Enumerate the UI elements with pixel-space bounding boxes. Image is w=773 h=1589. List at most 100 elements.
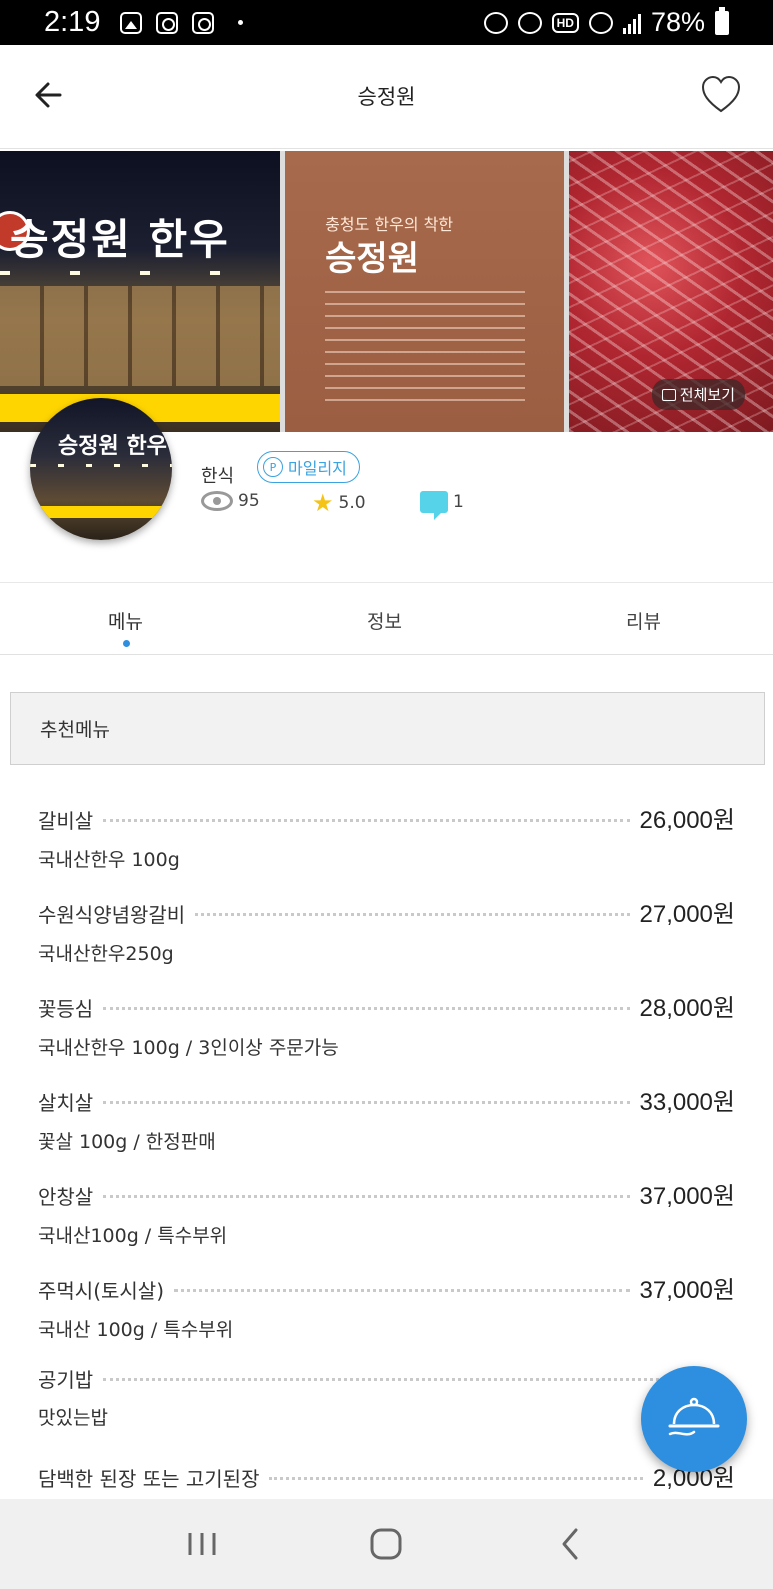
page-title: 승정원 <box>357 85 416 109</box>
menu-item-name: 주먹시(토시살) <box>38 1279 165 1303</box>
tab-bar: 메뉴 정보 리뷰 <box>0 582 773 655</box>
menu-item[interactable]: 살치살 33,000원 꽃살 100g / 한정판매 <box>38 1082 735 1176</box>
menu-item-price: 28,000원 <box>639 995 736 1022</box>
menu-item-name: 수원식양념왕갈비 <box>38 903 186 927</box>
menu-item[interactable]: 꽃등심 28,000원 국내산한우 100g / 3인이상 주문가능 <box>38 988 735 1082</box>
recent-apps-icon <box>188 1533 216 1555</box>
mute-icon <box>517 11 542 34</box>
heart-outline-icon <box>701 75 741 113</box>
menu-item-description: 국내산100g / 특수부위 <box>38 1225 228 1247</box>
point-icon: P <box>263 457 283 477</box>
chat-bubble-icon <box>420 491 448 520</box>
tab-info[interactable]: 정보 <box>255 583 514 654</box>
view-all-button[interactable]: 전체보기 <box>651 379 745 410</box>
star-icon: ★ <box>312 489 334 517</box>
home-icon <box>370 1528 402 1560</box>
battery-icon <box>715 6 729 35</box>
hd-voice-icon: HD <box>551 12 579 33</box>
menu-item-description: 꽃살 100g / 한정판매 <box>38 1131 216 1153</box>
reviews-count: 1 <box>453 492 464 512</box>
rating-stat: ★ 5.0 <box>312 491 366 515</box>
views-stat: 95 <box>201 491 260 511</box>
back-nav-button[interactable] <box>541 1519 601 1569</box>
menu-item-name: 꽃등심 <box>38 997 94 1021</box>
menu-item-name: 안창살 <box>38 1185 94 1209</box>
avatar-banner <box>30 506 172 518</box>
chevron-left-icon <box>562 1528 578 1560</box>
recent-apps-button[interactable] <box>172 1519 232 1569</box>
eye-icon <box>201 491 233 511</box>
dotted-leader <box>103 1378 725 1381</box>
category-label: 한식 <box>201 466 235 487</box>
tab-label: 정보 <box>367 611 402 633</box>
gallery-notification-icon <box>120 11 143 34</box>
menu-item-name: 담백한 된장 또는 고기된장 <box>38 1467 260 1491</box>
lights-decoration <box>0 271 281 275</box>
wifi-icon <box>588 11 613 34</box>
dotted-leader <box>103 1101 630 1104</box>
serving-cloche-icon <box>668 1397 720 1436</box>
dotted-leader <box>269 1477 643 1480</box>
status-bar: 2:19 HD 78% <box>0 0 773 45</box>
menu-item[interactable]: 수원식양념왕갈비 27,000원 국내산한우250g <box>38 894 735 988</box>
beef-photo[interactable]: 전체보기 <box>569 151 773 432</box>
menu-item[interactable]: 갈비살 26,000원 국내산한우 100g <box>38 800 735 894</box>
menu-item[interactable]: 주먹시(토시살) 37,000원 국내산 100g / 특수부위 <box>38 1270 735 1364</box>
menu-list: 갈비살 26,000원 국내산한우 100g 수원식양념왕갈비 27,000원 … <box>38 800 735 1552</box>
order-fab-button[interactable] <box>641 1366 747 1472</box>
dotted-leader <box>103 1195 630 1198</box>
views-count: 95 <box>238 491 260 511</box>
tab-reviews[interactable]: 리뷰 <box>514 583 773 654</box>
storefront-photo[interactable]: 승정원 한우 <box>0 151 281 432</box>
avatar-sign-image: 승정원 한우 <box>58 433 167 459</box>
menu-item[interactable]: 공기밥 맛있는밥 <box>38 1364 735 1458</box>
battery-percent: 78% <box>650 7 705 37</box>
cover-text-lines <box>325 291 526 411</box>
dotted-leader <box>174 1289 630 1292</box>
menu-item-price: 33,000원 <box>639 1089 736 1116</box>
menu-item[interactable]: 안창살 37,000원 국내산100g / 특수부위 <box>38 1176 735 1270</box>
signal-icon <box>622 12 641 34</box>
tab-menu[interactable]: 메뉴 <box>0 583 255 654</box>
menu-item-price: 27,000원 <box>639 901 736 928</box>
more-notifications-dot-icon <box>238 20 244 25</box>
mileage-badge: P 마일리지 <box>257 451 360 483</box>
reviews-stat: 1 <box>420 491 464 520</box>
menu-item-name: 공기밥 <box>38 1368 94 1392</box>
active-tab-indicator <box>122 640 130 647</box>
instagram-notification-icon <box>192 11 215 34</box>
menu-item-name: 살치살 <box>38 1091 94 1115</box>
status-time: 2:19 <box>44 6 101 38</box>
view-all-label: 전체보기 <box>679 386 735 404</box>
home-button[interactable] <box>356 1519 416 1569</box>
favorite-button[interactable] <box>699 73 743 117</box>
restaurant-avatar: 승정원 한우 <box>30 398 172 540</box>
avatar-lights <box>30 464 172 467</box>
dotted-leader <box>103 819 630 822</box>
instagram-notification-icon <box>156 11 179 34</box>
dotted-leader <box>195 913 630 916</box>
menu-item-price: 37,000원 <box>639 1183 736 1210</box>
menu-item-price: 26,000원 <box>639 807 736 834</box>
storefront-sign-image: 승정원 한우 <box>10 215 230 264</box>
menu-item-name: 갈비살 <box>38 809 94 833</box>
photo-gallery[interactable]: 승정원 한우 충청도 한우의 착한 승정원 전체보기 <box>0 151 773 432</box>
menu-item-description: 국내산한우 100g / 3인이상 주문가능 <box>38 1037 339 1059</box>
menu-item-price: 37,000원 <box>639 1277 736 1304</box>
menu-cover-photo[interactable]: 충청도 한우의 착한 승정원 <box>285 151 565 432</box>
mileage-badge-label: 마일리지 <box>288 459 347 478</box>
recommended-menu-header: 추천메뉴 <box>10 692 765 765</box>
app-header: 승정원 <box>0 45 773 149</box>
tab-label: 리뷰 <box>626 611 661 633</box>
system-nav-bar <box>0 1499 773 1589</box>
tab-label: 메뉴 <box>108 611 143 633</box>
menu-item-description: 국내산한우250g <box>38 943 174 965</box>
window-decoration <box>0 286 281 386</box>
cover-title-image: 승정원 <box>325 239 419 279</box>
menu-item-description: 국내산 100g / 특수부위 <box>38 1319 234 1341</box>
alarm-icon <box>483 11 508 34</box>
menu-item-description: 맛있는밥 <box>38 1407 108 1429</box>
photo-icon <box>661 388 676 401</box>
menu-item-description: 국내산한우 100g <box>38 849 180 871</box>
rating-value: 5.0 <box>338 493 366 513</box>
